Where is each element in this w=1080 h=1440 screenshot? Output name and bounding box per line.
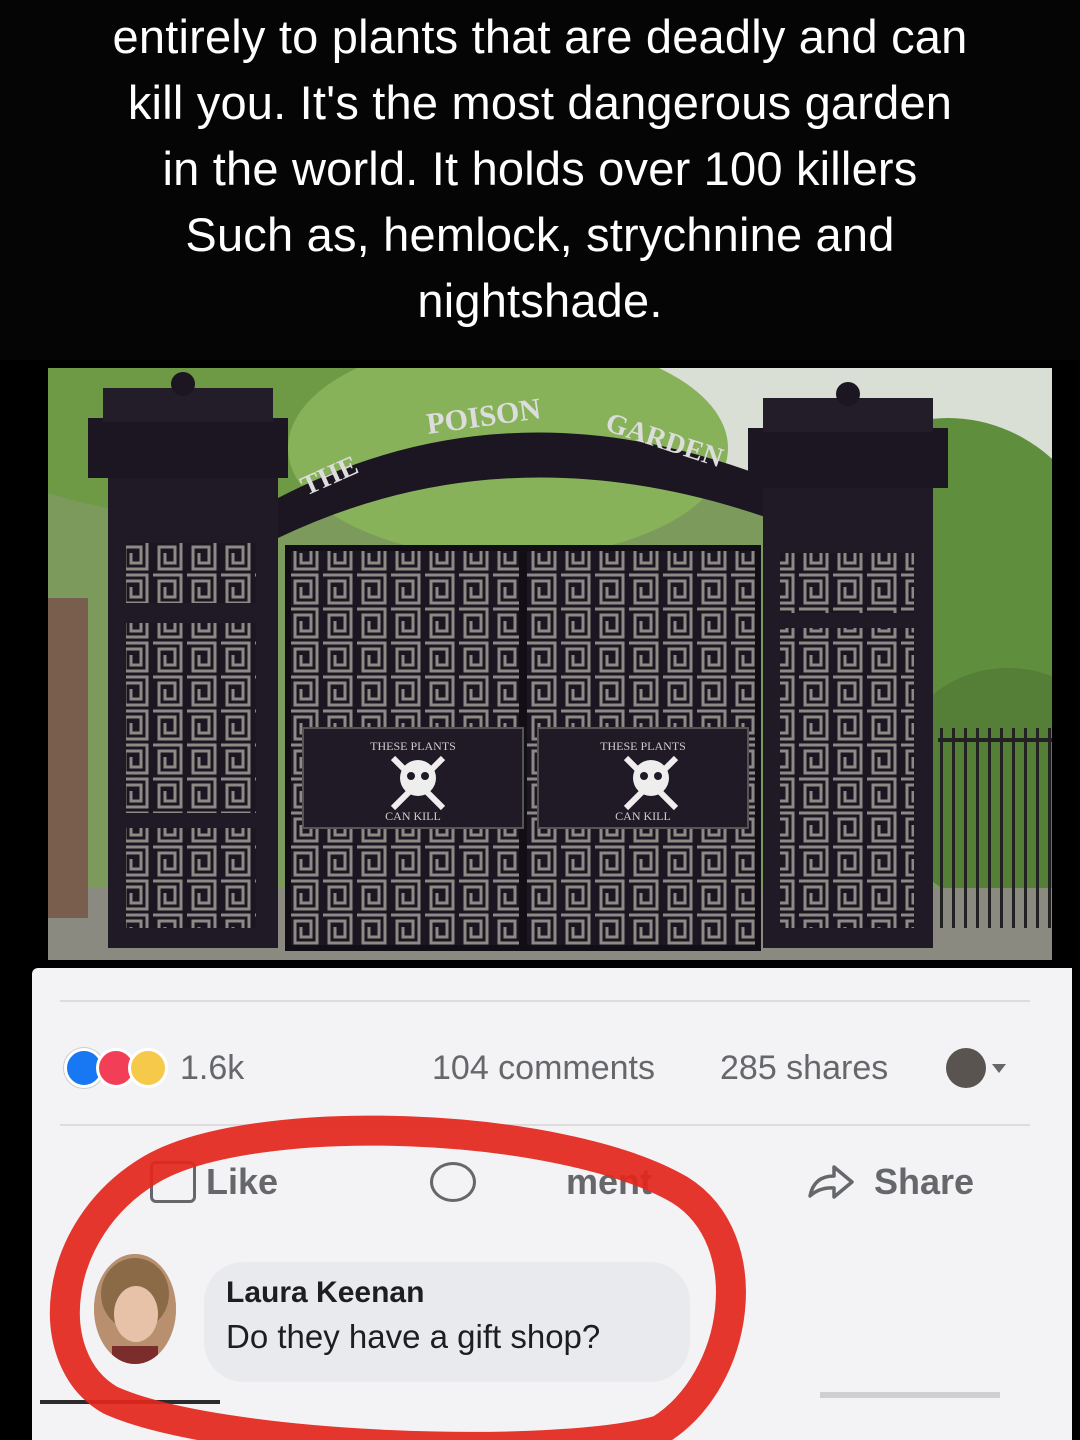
meme-caption: entirely to plants that are deadly and c…	[0, 0, 1080, 360]
wow-reaction-icon	[128, 1048, 168, 1088]
comment-author[interactable]: Laura Keenan	[226, 1276, 424, 1310]
reaction-count: 1.6k	[180, 1048, 245, 1087]
sign-right-top: THESE PLANTS	[600, 739, 686, 753]
poison-garden-photo: THE POISON GARDEN THESE PLANTS CAN KILL …	[48, 368, 1052, 960]
comment-text: Do they have a gift shop?	[226, 1318, 601, 1355]
reactions-summary[interactable]: 1.6k	[64, 1046, 244, 1090]
share-button[interactable]: Share	[806, 1158, 974, 1206]
caption-line-4: Such as, hemlock, strychnine and	[185, 208, 895, 261]
commenter-avatar[interactable]	[94, 1254, 176, 1364]
comment-icon	[430, 1162, 476, 1202]
comments-count[interactable]: 104 comments	[432, 1046, 655, 1090]
comment-label: ment	[566, 1161, 653, 1202]
gate-illustration: THE POISON GARDEN THESE PLANTS CAN KILL …	[48, 368, 1052, 960]
bottom-rule-right	[820, 1392, 1000, 1398]
comment-button[interactable]: ment	[430, 1158, 652, 1206]
like-label: Like	[206, 1161, 279, 1202]
caption-line-3: in the world. It holds over 100 killers	[162, 142, 918, 195]
share-icon	[808, 1165, 854, 1199]
audience-selector[interactable]	[946, 1046, 1006, 1090]
caption-line-1: entirely to plants that are deadly and c…	[112, 10, 968, 63]
bottom-rule	[40, 1400, 220, 1404]
shares-count[interactable]: 285 shares	[720, 1046, 888, 1090]
caption-line-2: kill you. It's the most dangerous garden	[127, 76, 953, 129]
mid-divider	[60, 1124, 1030, 1126]
caption-line-5: nightshade.	[417, 274, 663, 327]
commenter-photo	[94, 1254, 176, 1364]
thumbs-up-icon	[150, 1161, 196, 1203]
sign-left-top: THESE PLANTS	[370, 739, 456, 753]
top-divider	[60, 1000, 1030, 1002]
sign-right-bottom: CAN KILL	[615, 809, 671, 823]
like-button[interactable]: Like	[150, 1158, 278, 1206]
profile-avatar-icon	[946, 1048, 986, 1088]
share-label: Share	[874, 1161, 975, 1202]
sign-left-bottom: CAN KILL	[385, 809, 441, 823]
chevron-down-icon	[992, 1063, 1006, 1073]
